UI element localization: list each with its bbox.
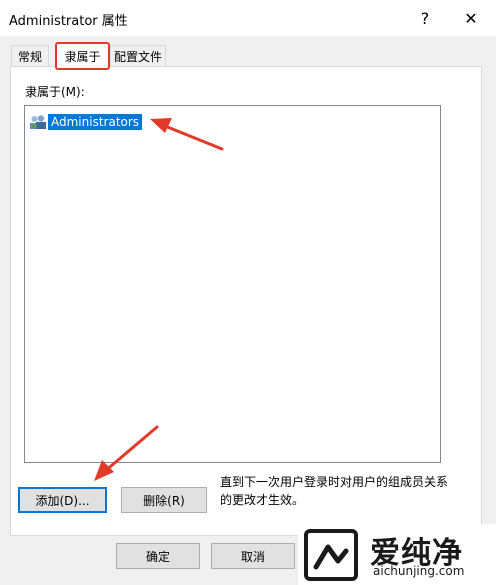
watermark-logo-icon [304,529,358,581]
arrow-to-list-item [150,118,224,151]
annotation-arrows [94,118,224,481]
arrow-to-add-button [94,425,159,481]
watermark: 爱纯净 aichunjing.com [298,524,496,585]
watermark-site: aichunjing.com [373,564,465,578]
